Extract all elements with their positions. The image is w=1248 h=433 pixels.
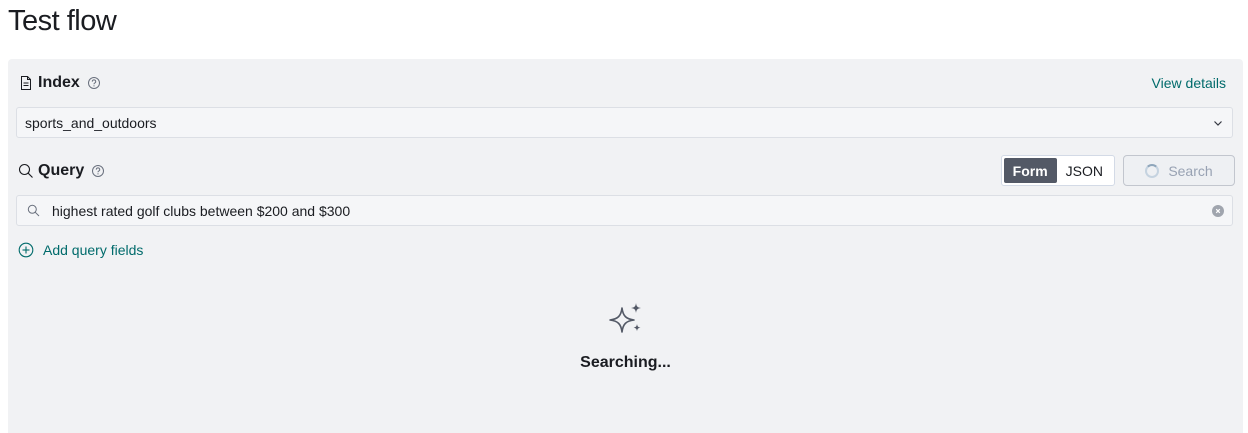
search-button[interactable]: Search	[1123, 155, 1235, 186]
query-search-input[interactable]: highest rated golf clubs between $200 an…	[16, 195, 1233, 226]
query-header: Query	[18, 162, 105, 180]
index-select-value: sports_and_outdoors	[25, 114, 157, 131]
form-mode-button[interactable]: Form	[1003, 158, 1057, 183]
question-circle-icon[interactable]	[87, 76, 101, 90]
page-title: Test flow	[8, 5, 117, 37]
results-empty-state: Searching...	[8, 302, 1243, 372]
json-mode-button[interactable]: JSON	[1057, 158, 1112, 183]
document-icon	[18, 75, 34, 91]
spinner-icon	[1145, 163, 1160, 178]
index-select[interactable]: sports_and_outdoors	[16, 107, 1233, 138]
index-label: Index	[38, 74, 80, 91]
plus-circle-icon	[18, 242, 34, 258]
add-query-fields-label: Add query fields	[43, 242, 144, 258]
sparkles-icon	[608, 302, 644, 336]
search-icon	[18, 163, 34, 179]
test-flow-panel: Index View details sports_and_outdoors Q…	[8, 59, 1243, 433]
chevron-down-icon	[1212, 117, 1224, 129]
searching-status: Searching...	[580, 354, 671, 371]
view-details-link[interactable]: View details	[1152, 75, 1226, 91]
search-button-label: Search	[1168, 162, 1213, 179]
query-input-value: highest rated golf clubs between $200 an…	[52, 202, 351, 219]
search-icon	[27, 204, 40, 217]
question-circle-icon[interactable]	[91, 164, 105, 178]
query-label: Query	[38, 162, 85, 179]
index-header: Index	[18, 74, 101, 92]
clear-icon[interactable]	[1212, 204, 1224, 217]
add-query-fields-button[interactable]: Add query fields	[18, 242, 143, 258]
query-mode-toggle: Form JSON	[1000, 155, 1115, 186]
